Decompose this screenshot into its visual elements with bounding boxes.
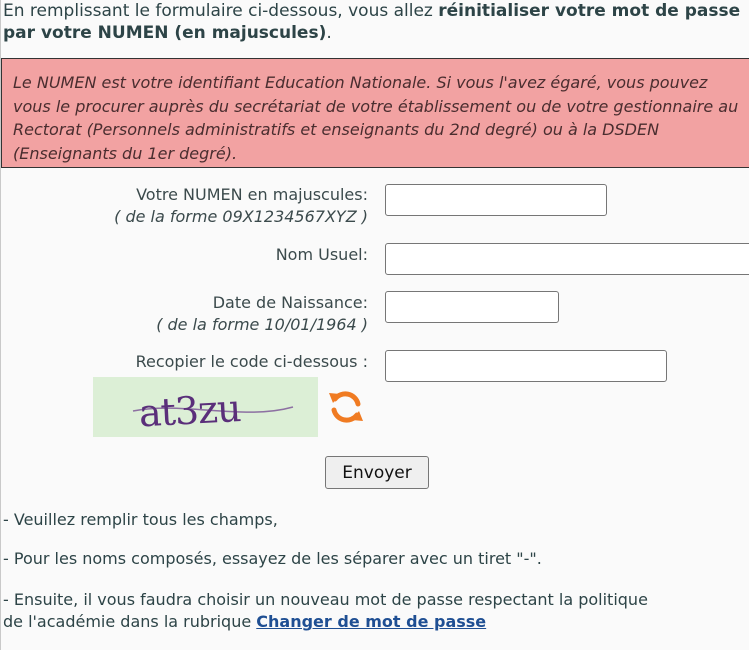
intro-suffix: . [326, 23, 332, 43]
note-new-password: - Ensuite, il vous faudra choisir un nou… [3, 590, 648, 609]
note-new-password-cont: de l'académie dans la rubrique Changer d… [3, 611, 486, 633]
note-compound-names: - Pour les noms composés, essayez de les… [3, 549, 542, 568]
intro-text: En remplissant le formulaire ci-dessous,… [3, 0, 743, 44]
note-fill-all: - Veuillez remplir tous les champs, [3, 510, 278, 529]
date-input[interactable] [385, 291, 559, 323]
captcha-graphic: at3zu [132, 386, 294, 435]
note-rubrique-text: de l'académie dans la rubrique [3, 612, 257, 631]
code-label: Recopier le code ci-dessous : [135, 352, 368, 371]
numen-notice: Le NUMEN est votre identifiant Education… [1, 58, 749, 168]
change-password-link[interactable]: Changer de mot de passe [256, 612, 486, 631]
date-hint: ( de la forme 10/01/1964 ) [156, 315, 368, 334]
submit-button[interactable]: Envoyer [325, 456, 429, 489]
intro-prefix: En remplissant le formulaire ci-dessous,… [3, 1, 439, 21]
nom-label: Nom Usuel: [275, 245, 368, 264]
nom-input[interactable] [385, 243, 749, 275]
numen-hint: ( de la forme 09X1234567XYZ ) [114, 207, 368, 226]
captcha-text: at3zu [138, 386, 242, 435]
numen-label: Votre NUMEN en majuscules: [136, 185, 368, 204]
date-label: Date de Naissance: [212, 293, 368, 312]
code-input[interactable] [385, 350, 667, 382]
notice-text: Le NUMEN est votre identifiant Education… [13, 73, 739, 163]
captcha-image: at3zu [93, 377, 318, 437]
refresh-captcha-icon[interactable] [328, 388, 364, 426]
numen-input[interactable] [385, 184, 607, 216]
